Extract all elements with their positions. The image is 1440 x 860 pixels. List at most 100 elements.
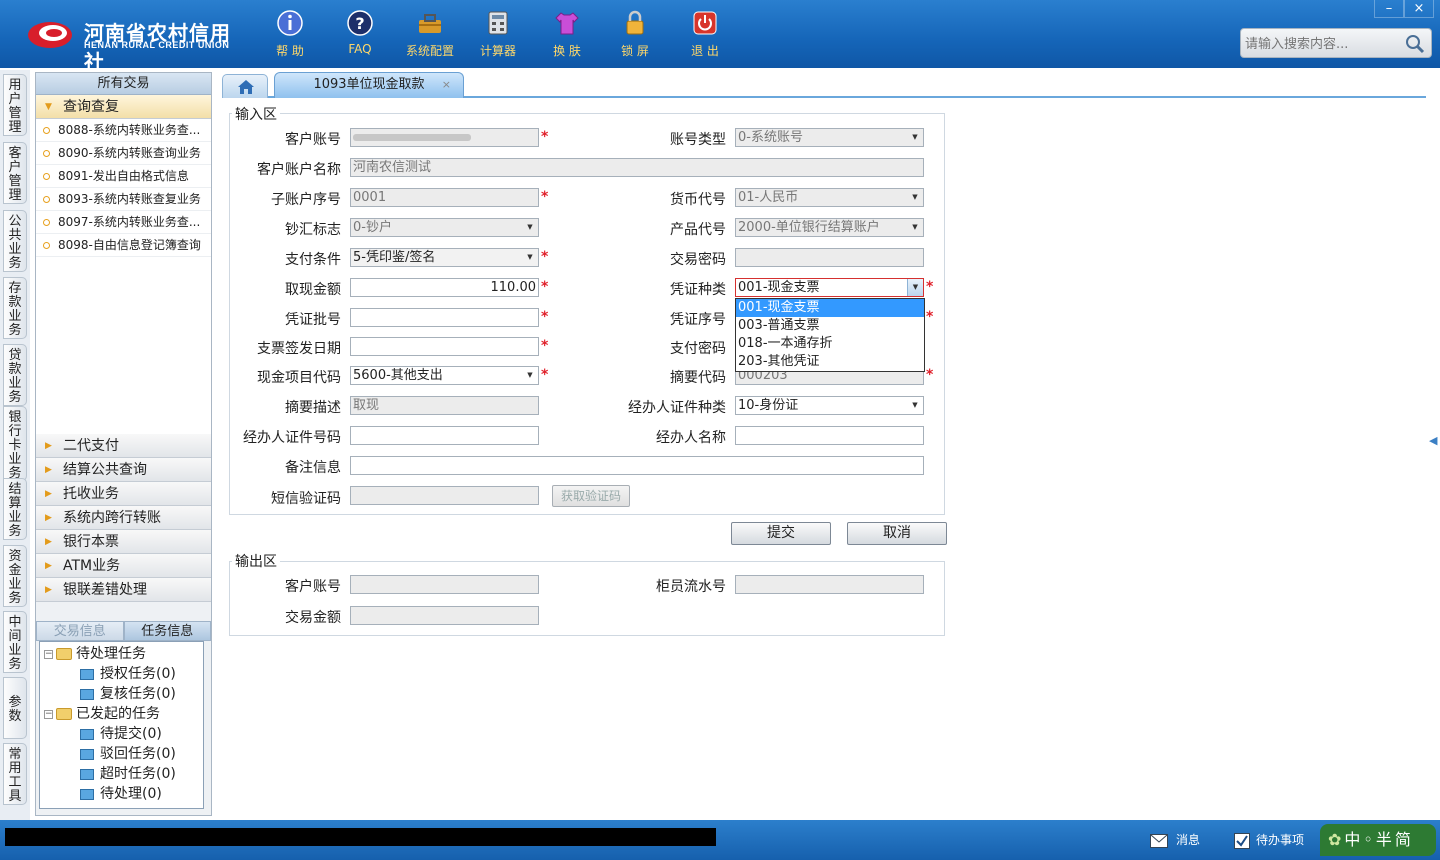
dropdown-option[interactable]: 203-其他凭证 <box>736 353 924 371</box>
cust-acct-field[interactable] <box>350 128 539 147</box>
dropdown-arrow-icon[interactable]: ▼ <box>522 219 538 236</box>
dropdown-arrow-icon[interactable]: ▼ <box>907 279 923 296</box>
tree-node[interactable]: 复核任务(0) <box>80 684 176 704</box>
cancel-button[interactable]: 取消 <box>847 522 947 545</box>
close-window-button[interactable]: × <box>1404 0 1434 18</box>
group-cashier-cheque[interactable]: ▶ 银行本票 <box>36 530 211 554</box>
tree-node[interactable]: 超时任务(0) <box>80 764 176 784</box>
sms-code-field[interactable] <box>350 486 539 505</box>
tab-home[interactable] <box>222 74 268 98</box>
task-tabs: 交易信息 任务信息 <box>36 621 211 641</box>
trade-amount-field[interactable] <box>350 606 539 625</box>
cash-item-select[interactable]: 5600-其他支出 ▼ <box>350 366 539 385</box>
dropdown-option[interactable]: 018-一本通存折 <box>736 335 924 353</box>
search-icon[interactable] <box>1405 34 1425 58</box>
tab-cash-withdrawal[interactable]: 1093单位现金取款 × <box>274 72 464 98</box>
tree-node[interactable]: 待提交(0) <box>80 724 162 744</box>
group-query-reply[interactable]: ▼ 查询查复 <box>36 95 211 119</box>
list-item[interactable]: 8097-系统内转账业务查... <box>36 211 211 234</box>
dropdown-arrow-icon[interactable]: ▼ <box>522 367 538 384</box>
tab-trade-info[interactable]: 交易信息 <box>36 621 124 641</box>
tree-node-initiated[interactable]: − 已发起的任务 <box>44 704 160 724</box>
task-icon <box>80 748 94 760</box>
tree-node[interactable]: 待处理(0) <box>80 784 162 804</box>
sub-acct-field[interactable]: 0001 <box>350 188 539 207</box>
module-tab-loan[interactable]: 贷款业务 <box>3 344 27 406</box>
module-tab-funds[interactable]: 资金业务 <box>3 545 27 607</box>
folder-icon <box>56 708 72 720</box>
dropdown-arrow-icon[interactable]: ▼ <box>907 189 923 206</box>
module-tab-user-mgmt[interactable]: 用户管理 <box>3 74 27 136</box>
agent-id-no-field[interactable] <box>350 426 539 445</box>
trade-pwd-field[interactable] <box>735 248 924 267</box>
cust-name-field[interactable]: 河南农信测试 <box>350 158 924 177</box>
submit-button[interactable]: 提交 <box>731 522 831 545</box>
collapse-icon[interactable]: − <box>44 709 53 719</box>
acct-type-select[interactable]: 0-系统账号 ▼ <box>735 128 924 147</box>
out-cust-acct-field[interactable] <box>350 575 539 594</box>
list-item-label: 8090-系统内转账查询业务 <box>58 146 201 160</box>
group-second-gen-payment[interactable]: ▶ 二代支付 <box>36 434 211 458</box>
collapse-arrow-icon[interactable]: ◀ <box>1429 434 1437 447</box>
exit-button[interactable]: 退 出 <box>675 8 735 60</box>
dropdown-arrow-icon[interactable]: ▼ <box>907 129 923 146</box>
list-item[interactable]: 8090-系统内转账查询业务 <box>36 142 211 165</box>
system-config-button[interactable]: 系统配置 <box>400 8 460 60</box>
list-item[interactable]: 8091-发出自由格式信息 <box>36 165 211 188</box>
teller-seq-field[interactable] <box>735 575 924 594</box>
dropdown-arrow-icon[interactable]: ▼ <box>907 219 923 236</box>
minimize-button[interactable]: – <box>1374 0 1404 18</box>
product-select[interactable]: 2000-单位银行结算账户 ▼ <box>735 218 924 237</box>
group-interbank-transfer[interactable]: ▶ 系统内跨行转账 <box>36 506 211 530</box>
close-tab-icon[interactable]: × <box>442 73 451 97</box>
list-item[interactable]: 8093-系统内转账查复业务 <box>36 188 211 211</box>
dropdown-arrow-icon[interactable]: ▼ <box>907 397 923 414</box>
toolbox-icon <box>415 8 445 38</box>
lock-screen-button[interactable]: 锁 屏 <box>605 8 665 60</box>
currency-select[interactable]: 01-人民币 ▼ <box>735 188 924 207</box>
input-method-indicator[interactable]: ✿中◦半简 <box>1320 824 1436 856</box>
get-code-button[interactable]: 获取验证码 <box>552 485 630 507</box>
help-button[interactable]: 帮 助 <box>260 8 320 60</box>
skin-button[interactable]: 换 肤 <box>537 8 597 60</box>
list-item[interactable]: 8098-自由信息登记簿查询 <box>36 234 211 257</box>
voucher-batch-field[interactable] <box>350 308 539 327</box>
calculator-button[interactable]: 计算器 <box>468 8 528 60</box>
module-tab-settlement[interactable]: 结算业务 <box>3 478 27 540</box>
module-tab-params[interactable]: 参数 <box>3 677 27 739</box>
search-input[interactable] <box>1245 34 1405 54</box>
module-tab-customer-mgmt[interactable]: 客户管理 <box>3 142 27 204</box>
agent-id-type-select[interactable]: 10-身份证 ▼ <box>735 396 924 415</box>
agent-name-field[interactable] <box>735 426 924 445</box>
dropdown-arrow-icon[interactable]: ▼ <box>522 249 538 266</box>
caret-right-icon: ▶ <box>45 441 52 451</box>
group-unionpay-errors[interactable]: ▶ 银联差错处理 <box>36 578 211 602</box>
list-item[interactable]: 8088-系统内转账业务查... <box>36 119 211 142</box>
cash-flag-select[interactable]: 0-钞户 ▼ <box>350 218 539 237</box>
todo-button[interactable]: 待办事项 <box>1234 830 1304 850</box>
group-settlement-query[interactable]: ▶ 结算公共查询 <box>36 458 211 482</box>
group-atm[interactable]: ▶ ATM业务 <box>36 554 211 578</box>
pay-cond-select[interactable]: 5-凭印鉴/签名 ▼ <box>350 248 539 267</box>
dropdown-option[interactable]: 003-普通支票 <box>736 317 924 335</box>
tab-task-info[interactable]: 任务信息 <box>123 621 211 641</box>
amount-field[interactable]: 110.00 <box>350 278 539 297</box>
group-collection[interactable]: ▶ 托收业务 <box>36 482 211 506</box>
cheque-date-field[interactable] <box>350 337 539 356</box>
module-tab-tools[interactable]: 常用工具 <box>3 743 27 805</box>
module-tab-card[interactable]: 银行卡业务 <box>3 406 27 481</box>
tree-node[interactable]: 授权任务(0) <box>80 664 176 684</box>
faq-button[interactable]: ? FAQ <box>330 8 390 60</box>
module-tab-deposit[interactable]: 存款业务 <box>3 277 27 339</box>
collapse-icon[interactable]: − <box>44 649 53 659</box>
voucher-type-select[interactable]: 001-现金支票 ▼ <box>735 278 924 297</box>
module-tab-public[interactable]: 公共业务 <box>3 210 27 272</box>
remark-field[interactable] <box>350 456 924 475</box>
module-tab-intermediary[interactable]: 中间业务 <box>3 611 27 673</box>
tree-node-pending[interactable]: − 待处理任务 <box>44 644 146 664</box>
tree-node[interactable]: 驳回任务(0) <box>80 744 176 764</box>
message-button[interactable]: 消息 <box>1150 830 1200 850</box>
summary-code-label: 摘要代码 <box>670 370 726 386</box>
dropdown-option[interactable]: 001-现金支票 <box>736 299 924 317</box>
summary-desc-field[interactable]: 取现 <box>350 396 539 415</box>
